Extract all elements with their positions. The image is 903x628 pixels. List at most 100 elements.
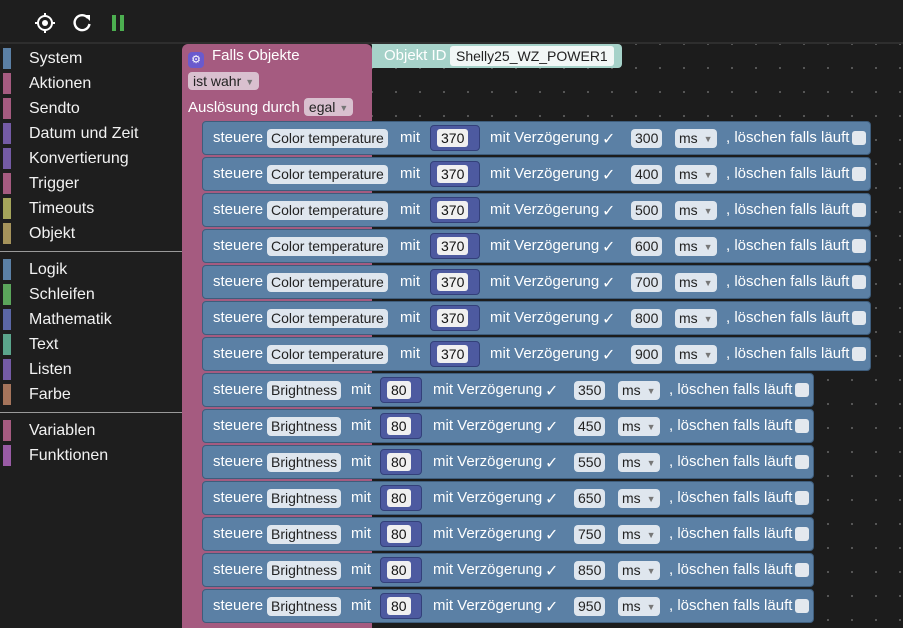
clear-checkbox[interactable] (852, 275, 866, 289)
number-value[interactable]: 370 (437, 273, 469, 291)
unit-dropdown[interactable]: ms ▼ (618, 453, 660, 472)
set-state-block[interactable]: steuere Color temperature mit mit Verzögeru… (202, 301, 871, 335)
sidebar-item-timeouts[interactable]: Timeouts (0, 196, 182, 221)
sidebar-item-listen[interactable]: Listen (0, 357, 182, 382)
number-block[interactable]: 370 (430, 125, 480, 151)
set-state-block[interactable]: steuere Color temperature mit mit Verzögeru… (202, 337, 871, 371)
state-dropdown[interactable]: Brightness (267, 561, 342, 580)
gear-icon[interactable]: ⚙ (188, 52, 204, 68)
state-dropdown[interactable]: Brightness (267, 597, 342, 616)
checkbox-checked-icon[interactable]: ✓ (545, 489, 558, 509)
state-dropdown[interactable]: Color temperature (267, 165, 388, 184)
sidebar-item-mathematik[interactable]: Mathematik (0, 307, 182, 332)
number-value[interactable]: 80 (387, 561, 411, 579)
state-dropdown[interactable]: Brightness (267, 525, 342, 544)
set-state-block[interactable]: steuere Color temperature mit mit Verzögeru… (202, 229, 871, 263)
checkbox-checked-icon[interactable]: ✓ (602, 165, 615, 185)
clear-checkbox[interactable] (852, 311, 866, 325)
unit-dropdown[interactable]: ms ▼ (618, 561, 660, 580)
sidebar-item-logik[interactable]: Logik (0, 257, 182, 282)
number-value[interactable]: 370 (437, 345, 469, 363)
clear-checkbox[interactable] (795, 455, 809, 469)
state-dropdown[interactable]: Brightness (267, 417, 342, 436)
clear-checkbox[interactable] (795, 419, 809, 433)
delay-field[interactable]: 350 (574, 381, 606, 400)
number-value[interactable]: 370 (437, 129, 469, 147)
unit-dropdown[interactable]: ms ▼ (675, 273, 717, 292)
unit-dropdown[interactable]: ms ▼ (618, 489, 660, 508)
state-dropdown[interactable]: Color temperature (267, 273, 388, 292)
set-state-block[interactable]: steuere Color temperature mit mit Verzögeru… (202, 121, 871, 155)
delay-field[interactable]: 800 (631, 309, 663, 328)
unit-dropdown[interactable]: ms ▼ (675, 201, 717, 220)
sidebar-item-konvertierung[interactable]: Konvertierung (0, 146, 182, 171)
trigger-dropdown[interactable]: egal ▼ (303, 98, 354, 116)
checkbox-checked-icon[interactable]: ✓ (545, 381, 558, 401)
unit-dropdown[interactable]: ms ▼ (675, 165, 717, 184)
state-dropdown[interactable]: Color temperature (267, 237, 388, 256)
pause-icon[interactable] (107, 12, 129, 34)
number-value[interactable]: 80 (387, 417, 411, 435)
unit-dropdown[interactable]: ms ▼ (618, 597, 660, 616)
sidebar-item-farbe[interactable]: Farbe (0, 382, 182, 407)
number-value[interactable]: 370 (437, 309, 469, 327)
number-block[interactable]: 370 (430, 269, 480, 295)
set-state-block[interactable]: steuere Color temperature mit mit Verzögeru… (202, 193, 871, 227)
sidebar-item-text[interactable]: Text (0, 332, 182, 357)
number-block[interactable]: 370 (430, 341, 480, 367)
state-dropdown[interactable]: Color temperature (267, 345, 388, 364)
checkbox-checked-icon[interactable]: ✓ (545, 417, 558, 437)
object-id-block[interactable]: Objekt ID Shelly25_WZ_POWER1 (372, 44, 622, 68)
state-dropdown[interactable]: Brightness (267, 381, 342, 400)
unit-dropdown[interactable]: ms ▼ (675, 309, 717, 328)
checkbox-checked-icon[interactable]: ✓ (545, 525, 558, 545)
set-state-block[interactable]: steuere Brightness mit mit Verzögerung ✓ 750 m… (202, 517, 814, 551)
sidebar-item-trigger[interactable]: Trigger (0, 171, 182, 196)
checkbox-checked-icon[interactable]: ✓ (602, 309, 615, 329)
number-block[interactable]: 80 (380, 413, 422, 439)
target-icon[interactable] (34, 12, 56, 34)
sidebar-item-schleifen[interactable]: Schleifen (0, 282, 182, 307)
refresh-icon[interactable] (71, 12, 93, 34)
number-block[interactable]: 370 (430, 197, 480, 223)
sidebar-item-system[interactable]: System (0, 46, 182, 71)
number-value[interactable]: 80 (387, 525, 411, 543)
checkbox-checked-icon[interactable]: ✓ (602, 129, 615, 149)
checkbox-checked-icon[interactable]: ✓ (602, 273, 615, 293)
sidebar-item-objekt[interactable]: Objekt (0, 221, 182, 246)
state-dropdown[interactable]: Brightness (267, 453, 342, 472)
object-id-field[interactable]: Shelly25_WZ_POWER1 (450, 46, 614, 66)
set-state-block[interactable]: steuere Brightness mit mit Verzögerung ✓ 950 m… (202, 589, 814, 623)
delay-field[interactable]: 650 (574, 489, 606, 508)
checkbox-checked-icon[interactable]: ✓ (545, 561, 558, 581)
checkbox-checked-icon[interactable]: ✓ (602, 237, 615, 257)
unit-dropdown[interactable]: ms ▼ (618, 417, 660, 436)
clear-checkbox[interactable] (852, 239, 866, 253)
sidebar-item-funktionen[interactable]: Funktionen (0, 443, 182, 468)
state-dropdown[interactable]: Brightness (267, 489, 342, 508)
set-state-block[interactable]: steuere Color temperature mit mit Verzögeru… (202, 265, 871, 299)
unit-dropdown[interactable]: ms ▼ (675, 237, 717, 256)
clear-checkbox[interactable] (795, 599, 809, 613)
delay-field[interactable]: 450 (574, 417, 606, 436)
unit-dropdown[interactable]: ms ▼ (618, 381, 660, 400)
number-block[interactable]: 370 (430, 161, 480, 187)
set-state-block[interactable]: steuere Brightness mit mit Verzögerung ✓ 650 m… (202, 481, 814, 515)
clear-checkbox[interactable] (852, 347, 866, 361)
delay-field[interactable]: 550 (574, 453, 606, 472)
clear-checkbox[interactable] (852, 203, 866, 217)
number-value[interactable]: 370 (437, 201, 469, 219)
number-value[interactable]: 80 (387, 597, 411, 615)
number-value[interactable]: 80 (387, 489, 411, 507)
checkbox-checked-icon[interactable]: ✓ (545, 453, 558, 473)
sidebar-item-aktionen[interactable]: Aktionen (0, 71, 182, 96)
state-dropdown[interactable]: Color temperature (267, 129, 388, 148)
delay-field[interactable]: 700 (631, 273, 663, 292)
delay-field[interactable]: 400 (631, 165, 663, 184)
sidebar-item-sendto[interactable]: Sendto (0, 96, 182, 121)
set-state-block[interactable]: steuere Brightness mit mit Verzögerung ✓ 350 m… (202, 373, 814, 407)
number-block[interactable]: 80 (380, 377, 422, 403)
delay-field[interactable]: 300 (631, 129, 663, 148)
state-dropdown[interactable]: Color temperature (267, 309, 388, 328)
unit-dropdown[interactable]: ms ▼ (675, 345, 717, 364)
